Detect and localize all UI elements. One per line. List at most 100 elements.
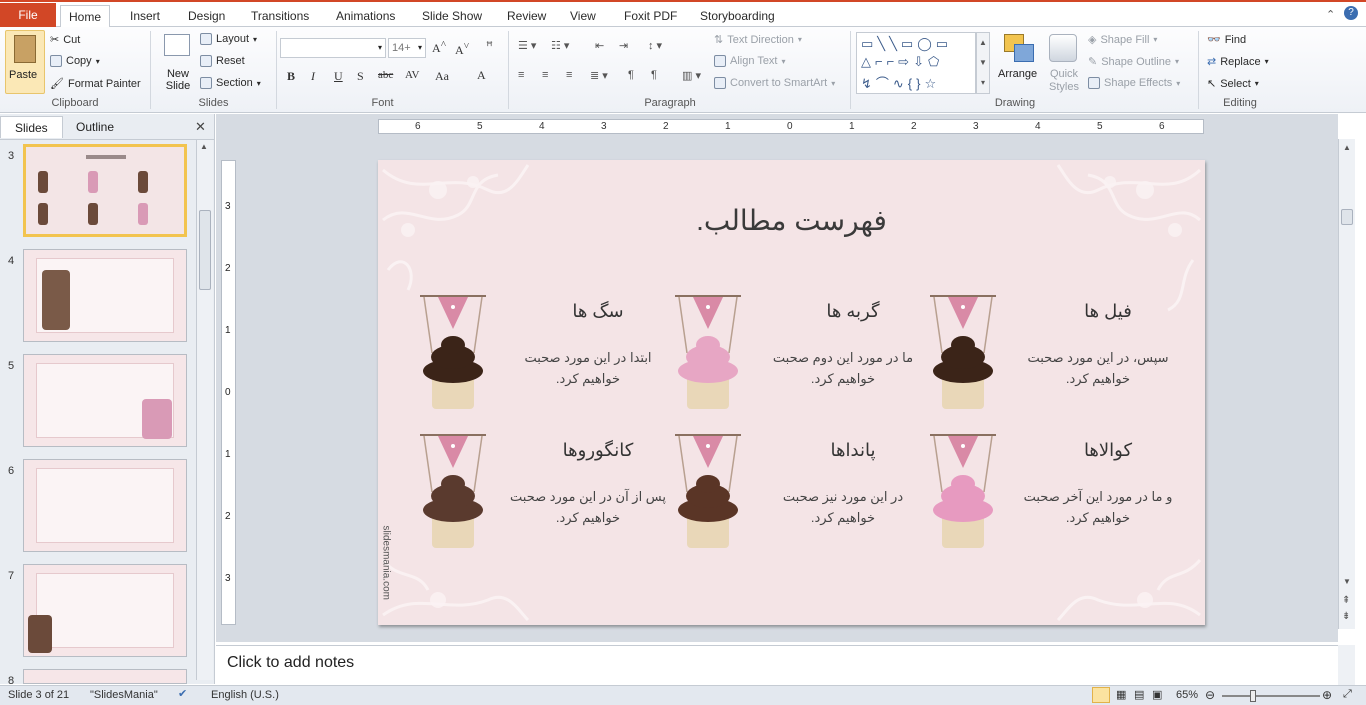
clear-format-icon[interactable]: ꟸ [486,39,493,54]
increase-indent-icon[interactable]: ⇥ [619,39,628,52]
new-slide-button[interactable]: New Slide [156,32,196,94]
reset-button[interactable]: Reset [200,55,245,67]
zoom-out-icon[interactable]: ⊖ [1205,688,1215,702]
tab-slide-show[interactable]: Slide Show [414,5,490,27]
italic-button[interactable]: I [311,69,315,84]
tab-insert[interactable]: Insert [122,5,168,27]
slide-thumbnail-8[interactable] [23,669,187,684]
find-button[interactable]: 👓 Find [1207,33,1246,47]
character-spacing-button[interactable]: AV [405,69,419,81]
zoom-slider[interactable] [1222,695,1320,697]
tab-storyboarding[interactable]: Storyboarding [692,5,783,27]
line-spacing-icon[interactable]: ↕ ▾ [648,39,662,52]
shadow-button[interactable]: S [357,69,364,84]
align-left-icon[interactable]: ≡ [518,69,524,81]
rtl-icon[interactable]: ¶ [651,69,657,81]
text-direction-button[interactable]: ⇅ Text Direction ▾ [714,33,802,47]
shape-effects-button[interactable]: Shape Effects ▾ [1088,77,1180,89]
notes-pane[interactable]: Click to add notes [216,645,1338,685]
panel-tab-outline[interactable]: Outline [62,116,128,138]
change-case-button[interactable]: Aa [435,69,449,84]
align-center-icon[interactable]: ≡ [542,69,548,81]
slide-thumbnail-5[interactable] [23,354,187,447]
align-right-icon[interactable]: ≡ [566,69,572,81]
tab-view[interactable]: View [562,5,604,27]
canvas-scrollbar[interactable]: ▲ ▼ ⇞ ⇟ [1338,139,1355,629]
section-button[interactable]: Section ▾ [200,77,261,89]
next-slide-icon[interactable]: ⇟ [1342,611,1350,622]
item-title[interactable]: گربه ها [773,301,933,322]
panel-tab-slides[interactable]: Slides [0,116,63,138]
grow-font-icon[interactable]: A˄ [432,39,446,56]
shape-fill-button[interactable]: ◈ Shape Fill ▾ [1088,33,1157,47]
zoom-in-icon[interactable]: ⊕ [1322,688,1332,702]
item-description[interactable]: و ما در مورد این آخر صحبت خواهیم کرد. [1018,486,1178,528]
bold-button[interactable]: B [287,69,295,84]
tab-home[interactable]: Home [60,5,111,29]
slide-title[interactable]: فهرست مطالب. [378,204,1205,237]
close-panel-icon[interactable]: ✕ [195,119,206,135]
spell-check-icon[interactable]: ✔ [178,687,187,700]
slide-thumbnail-4[interactable] [23,249,187,342]
item-description[interactable]: پس از آن در این مورد صحبت خواهیم کرد. [508,486,668,528]
tab-review[interactable]: Review [499,5,554,27]
item-title[interactable]: سگ ها [518,301,678,322]
shape-outline-button[interactable]: ✎ Shape Outline ▾ [1088,55,1179,69]
item-description[interactable]: ابتدا در این مورد صحبت خواهیم کرد. [508,347,668,389]
item-title[interactable]: کانگوروها [518,440,678,461]
align-text-button[interactable]: Align Text ▾ [714,55,786,67]
normal-view-icon[interactable] [1092,687,1110,703]
item-title[interactable]: کوالاها [1028,440,1188,461]
arrange-button[interactable]: Arrange [998,32,1040,94]
collapse-ribbon-icon[interactable]: ⌃ [1326,8,1335,21]
tab-transitions[interactable]: Transitions [243,5,317,27]
language-indicator[interactable]: English (U.S.) [211,689,279,701]
zoom-thumb[interactable] [1250,690,1256,702]
bullets-icon[interactable]: ☰ ▾ [518,39,536,52]
numbering-icon[interactable]: ☷ ▾ [551,39,569,52]
item-title[interactable]: فیل ها [1028,301,1188,322]
justify-icon[interactable]: ≣ ▾ [590,69,608,82]
quick-styles-button[interactable]: Quick Styles [1043,32,1083,94]
tab-file[interactable]: File [0,3,56,27]
notes-scrollbar[interactable] [1338,645,1355,685]
slide-thumbnail-3[interactable] [23,144,187,237]
strikethrough-button[interactable]: abc [378,69,393,81]
font-name-box[interactable]: ▾ [280,38,386,58]
item-title[interactable]: پانداها [773,440,933,461]
ltr-icon[interactable]: ¶ [628,69,634,81]
slide-3[interactable]: فهرست مطالب. slidesmania.com فیل ها سپس، … [378,160,1205,625]
tab-design[interactable]: Design [180,5,233,27]
select-button[interactable]: ↖ Select ▾ [1207,77,1259,91]
help-icon[interactable]: ? [1344,6,1358,20]
shapes-scroll[interactable]: ▲ ▼ ▾ [976,32,990,94]
cut-button[interactable]: ✂ Cut [50,33,80,47]
shapes-gallery[interactable]: ▭╲╲▭◯▭ △⌐⌐⇨⇩⬠ ↯⌒∿{}☆ [856,32,976,94]
notes-placeholder[interactable]: Click to add notes [227,654,354,672]
underline-button[interactable]: U [334,69,343,84]
prev-slide-icon[interactable]: ⇞ [1342,595,1350,606]
zoom-level[interactable]: 65% [1176,689,1198,701]
item-description[interactable]: در این مورد نیز صحبت خواهیم کرد. [763,486,923,528]
replace-button[interactable]: ⇄ Replace ▾ [1207,55,1269,69]
format-painter-button[interactable]: 🖌 Format Painter [50,77,141,91]
theme-name[interactable]: "SlidesMania" [90,689,158,701]
slide-thumbnail-7[interactable] [23,564,187,657]
paste-button[interactable]: Paste [5,30,45,94]
convert-smartart-button[interactable]: Convert to SmartArt ▾ [714,77,835,89]
layout-button[interactable]: Layout ▾ [200,33,257,45]
tab-animations[interactable]: Animations [328,5,403,27]
item-description[interactable]: ما در مورد این دوم صحبت خواهیم کرد. [763,347,923,389]
item-description[interactable]: سپس، در این مورد صحبت خواهیم کرد. [1018,347,1178,389]
font-size-box[interactable]: 14+ ▾ [388,38,426,58]
columns-icon[interactable]: ▥ ▾ [682,69,701,82]
panel-scrollbar[interactable]: ▲ [196,140,213,680]
reading-view-icon[interactable]: ▤ [1134,688,1144,701]
tab-foxit-pdf[interactable]: Foxit PDF [616,5,685,27]
shrink-font-icon[interactable]: A˅ [455,41,469,58]
fit-to-window-icon[interactable]: ⤢ [1343,688,1352,701]
slide-thumbnail-6[interactable] [23,459,187,552]
font-color-button[interactable]: A [477,68,486,83]
slide-sorter-icon[interactable]: ▦ [1116,688,1126,701]
decrease-indent-icon[interactable]: ⇤ [595,39,604,52]
